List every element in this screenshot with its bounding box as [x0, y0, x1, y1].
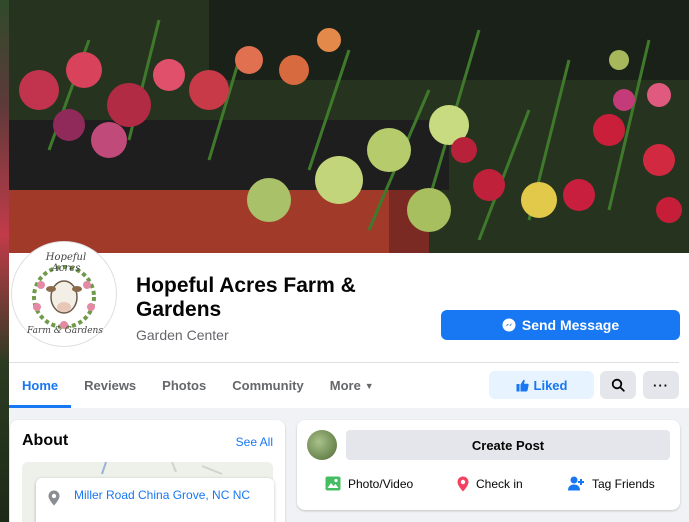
cover-flowers-illustration [9, 0, 689, 253]
tab-reviews-label: Reviews [84, 378, 137, 393]
tab-home-label: Home [22, 378, 59, 393]
page-title: Hopeful Acres Farm & Gardens [136, 274, 356, 321]
tab-community[interactable]: Community [219, 363, 317, 408]
about-card: About See All Miller Road China Grove, N… [10, 420, 285, 522]
caret-down-icon: ▼ [364, 380, 374, 391]
liked-label: Liked [533, 377, 568, 393]
messenger-icon [502, 318, 516, 332]
create-post-card: Create Post Photo/Video Check in Tag Fri… [297, 420, 680, 510]
tab-photos[interactable]: Photos [149, 363, 219, 408]
tab-community-label: Community [232, 378, 304, 393]
liked-button[interactable]: Liked [489, 371, 594, 399]
page-tabs: Home Reviews Photos Community More ▼ [9, 363, 387, 408]
photo-icon [325, 476, 341, 491]
photo-video-label: Photo/Video [348, 476, 414, 491]
send-message-label: Send Message [521, 317, 620, 333]
tab-more[interactable]: More ▼ [317, 363, 387, 408]
tag-friends-icon [568, 476, 584, 491]
left-edge-strip [0, 0, 9, 522]
search-button[interactable] [600, 371, 636, 399]
address-text[interactable]: Miller Road China Grove, NC NC [74, 488, 264, 502]
search-icon [611, 378, 625, 392]
tab-photos-label: Photos [162, 378, 207, 393]
create-post-button[interactable]: Create Post [346, 430, 670, 460]
about-title: About [22, 432, 69, 449]
tab-home[interactable]: Home [9, 363, 72, 408]
thumbs-up-icon [516, 379, 529, 391]
avatar-text-top: Hopeful Acres [45, 252, 87, 274]
tag-friends-button[interactable]: Tag Friends [568, 476, 655, 491]
tab-more-label: More [329, 378, 361, 393]
location-pin-icon [48, 490, 60, 506]
check-in-label: Check in [476, 477, 523, 491]
address-box[interactable]: Miller Road China Grove, NC NC [36, 478, 274, 522]
avatar-text-bottom: Farm & Gardens [27, 326, 103, 336]
more-options-button[interactable]: ··· [643, 371, 679, 399]
user-avatar[interactable] [307, 430, 337, 460]
check-in-pin-icon [457, 476, 469, 492]
check-in-button[interactable]: Check in [457, 476, 523, 492]
send-message-button[interactable]: Send Message [441, 310, 680, 340]
ellipsis-icon: ··· [653, 377, 669, 393]
photo-video-button[interactable]: Photo/Video [325, 476, 413, 491]
tab-reviews[interactable]: Reviews [71, 363, 149, 408]
tag-friends-label: Tag Friends [592, 476, 655, 491]
cover-photo[interactable] [9, 0, 689, 253]
page-category[interactable]: Garden Center [136, 327, 229, 343]
see-all-link[interactable]: See All [236, 435, 273, 449]
create-post-label: Create Post [471, 437, 545, 453]
